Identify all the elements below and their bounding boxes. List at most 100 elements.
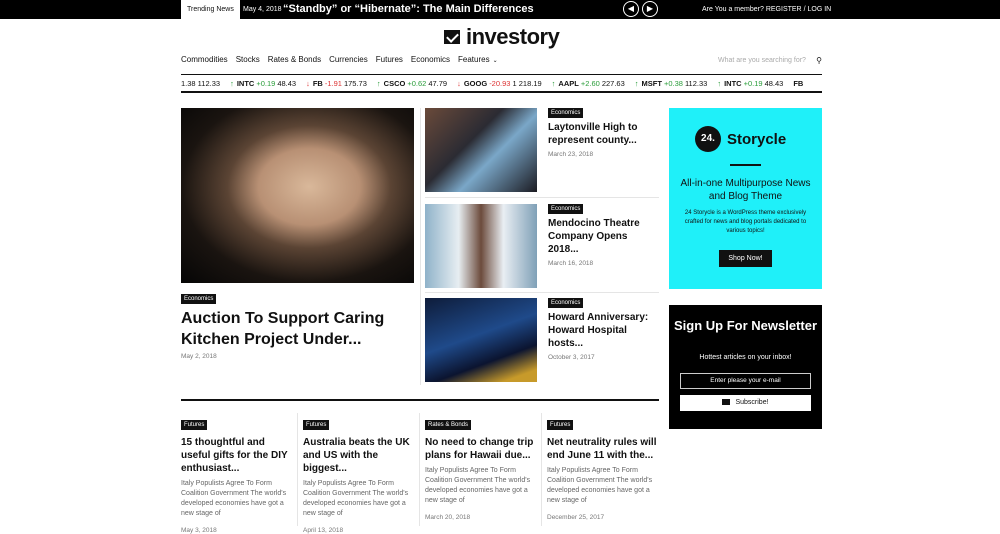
card-excerpt: Italy Populists Agree To Form Coalition … <box>425 467 531 504</box>
ticker-price: 175.73 <box>343 79 367 88</box>
ticker-item[interactable]: ↑ MSFT +0.38 112.33 <box>635 75 708 91</box>
section-rule <box>181 399 659 401</box>
newsletter-widget: Sign Up For Newsletter Hottest articles … <box>669 305 822 429</box>
side-article[interactable]: Economics Mendocino Theatre Company Open… <box>425 204 661 292</box>
logo-mark-icon <box>444 30 460 44</box>
ticker-item[interactable]: FB <box>793 75 804 91</box>
ticker-symbol: INTC <box>724 79 742 88</box>
card-title[interactable]: 15 thoughtful and useful gifts for the D… <box>181 436 293 475</box>
shop-now-button[interactable]: Shop Now! <box>719 250 772 267</box>
email-field[interactable]: Enter please your e-mail <box>680 373 811 389</box>
search-icon[interactable]: ⚲ <box>816 56 822 65</box>
ticker-symbol: FB <box>312 79 323 88</box>
nav-item-currencies[interactable]: Currencies <box>329 55 368 64</box>
card-category-badge[interactable]: Futures <box>303 420 330 430</box>
ticker-symbol: AAPL <box>558 79 579 88</box>
login-link[interactable]: LOG IN <box>807 6 831 13</box>
arrow-right-icon[interactable]: ▶ <box>642 1 658 17</box>
side-article-badge[interactable]: Economics <box>548 108 584 118</box>
search-input[interactable]: What are you searching for? <box>718 57 806 64</box>
ticker-price: 48.43 <box>764 79 784 88</box>
main-nav: Commodities Stocks Rates & Bonds Currenc… <box>181 55 498 64</box>
side-article-badge[interactable]: Economics <box>548 298 584 308</box>
side-article-thumbnail[interactable] <box>425 204 537 288</box>
article-card[interactable]: Rates & Bonds No need to change trip pla… <box>425 413 537 521</box>
nav-item-features[interactable]: Features ⌄ <box>458 55 498 64</box>
side-article-title[interactable]: Mendocino Theatre Company Opens 2018... <box>548 217 660 256</box>
nav-item-economics[interactable]: Economics <box>411 55 450 64</box>
ticker-item[interactable]: 1.38 112.33 <box>181 75 220 91</box>
card-date: December 25, 2017 <box>547 514 605 521</box>
newsletter-title: Sign Up For Newsletter <box>673 318 818 333</box>
logo-text: investory <box>466 24 560 49</box>
member-question: Are You a member? <box>702 6 764 13</box>
ticker-price: 227.63 <box>601 79 625 88</box>
nav-item-futures[interactable]: Futures <box>376 55 403 64</box>
card-title[interactable]: Net neutrality rules will end June 11 wi… <box>547 436 659 462</box>
nav-item-rates-bonds[interactable]: Rates & Bonds <box>268 55 321 64</box>
ticker-item[interactable]: ↑ AAPL +2.60 227.63 <box>551 75 625 91</box>
ticker-price: 112.33 <box>684 79 708 88</box>
card-divider <box>297 413 298 526</box>
ticker-change: -20.93 <box>489 79 511 88</box>
chevron-down-icon: ⌄ <box>492 58 498 64</box>
site-logo[interactable]: investory <box>444 24 560 49</box>
ticker-change: +0.38 <box>663 79 683 88</box>
ticker-item[interactable]: ↑ CSCO +0.62 47.79 <box>377 75 448 91</box>
ticker-item[interactable]: ↓ FB -1.91 175.73 <box>306 75 367 91</box>
side-article-thumbnail[interactable] <box>425 108 537 192</box>
trending-headline[interactable]: “Standby” or “Hibernate”: The Main Diffe… <box>283 0 534 19</box>
card-category-badge[interactable]: Rates & Bonds <box>425 420 472 430</box>
ticker-item[interactable]: ↑ INTC +0.19 48.43 <box>717 75 784 91</box>
ticker-item[interactable]: ↑ INTC +0.19 48.43 <box>230 75 297 91</box>
article-card[interactable]: Futures Australia beats the UK and US wi… <box>303 413 415 534</box>
card-category-badge[interactable]: Futures <box>181 420 208 430</box>
subscribe-button[interactable]: Subscribe! <box>680 395 811 411</box>
trending-date: May 4, 2018 <box>243 6 282 13</box>
side-article-badge[interactable]: Economics <box>548 204 584 214</box>
ticker-change: +0.62 <box>407 79 427 88</box>
hero-image[interactable] <box>181 108 414 283</box>
ad-logo: 24. Storycle <box>695 126 786 152</box>
hero-title[interactable]: Auction To Support Caring Kitchen Projec… <box>181 308 414 350</box>
divider <box>425 197 659 198</box>
article-card[interactable]: Futures Net neutrality rules will end Ju… <box>547 413 659 521</box>
card-category-badge[interactable]: Futures <box>547 420 574 430</box>
side-article[interactable]: Economics Howard Anniversary: Howard Hos… <box>425 298 661 386</box>
side-article-title[interactable]: Howard Anniversary: Howard Hospital host… <box>548 311 660 350</box>
article-card[interactable]: Futures 15 thoughtful and useful gifts f… <box>181 413 293 534</box>
arrow-left-icon[interactable]: ◀ <box>623 1 639 17</box>
nav-item-stocks[interactable]: Stocks <box>236 55 260 64</box>
card-title[interactable]: No need to change trip plans for Hawaii … <box>425 436 537 462</box>
stock-ticker: 1.38 112.33 ↑ INTC +0.19 48.43 ↓ FB -1.91 175.73… <box>181 74 822 93</box>
subscribe-label: Subscribe! <box>735 399 769 406</box>
card-title[interactable]: Australia beats the UK and US with the b… <box>303 436 415 475</box>
side-article-title[interactable]: Laytonville High to represent county... <box>548 121 660 147</box>
side-article-thumbnail[interactable] <box>425 298 537 382</box>
nav-item-commodities[interactable]: Commodities <box>181 55 228 64</box>
ticker-price: 48.43 <box>277 79 297 88</box>
arrow-up-icon: ↑ <box>551 79 556 88</box>
side-article-date: March 16, 2018 <box>548 260 594 267</box>
ticker-symbol: MSFT <box>641 79 662 88</box>
register-link[interactable]: REGISTER <box>766 6 802 13</box>
ad-divider <box>730 164 761 166</box>
search-box[interactable]: What are you searching for? ⚲ <box>718 54 822 66</box>
ticker-symbol: GOOG <box>463 79 488 88</box>
nav-item-features-label: Features <box>458 55 490 64</box>
divider <box>425 292 659 293</box>
ticker-price: 1 218.19 <box>512 79 542 88</box>
ticker-symbol: FB <box>793 79 804 88</box>
ticker-change: +2.60 <box>580 79 600 88</box>
storycle-ad[interactable]: 24. Storycle All-in-one Multipurpose New… <box>669 108 822 289</box>
ticker-symbol: CSCO <box>383 79 406 88</box>
envelope-icon <box>722 399 731 406</box>
card-divider <box>541 413 542 526</box>
ticker-symbol: INTC <box>236 79 255 88</box>
ticker-item[interactable]: ↓ GOOG -20.93 1 218.19 <box>457 75 542 91</box>
card-date: April 13, 2018 <box>303 527 344 534</box>
card-date: March 20, 2018 <box>425 514 471 521</box>
ticker-price: 47.79 <box>428 79 448 88</box>
side-article[interactable]: Economics Laytonville High to represent … <box>425 108 661 196</box>
hero-category-badge[interactable]: Economics <box>181 294 217 304</box>
